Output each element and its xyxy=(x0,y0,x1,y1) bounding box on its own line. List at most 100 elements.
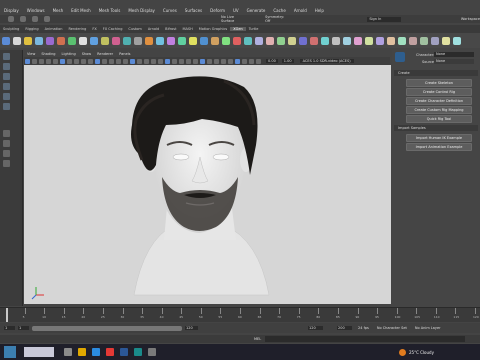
opera-icon[interactable] xyxy=(106,348,114,356)
snap-grid-icon[interactable] xyxy=(19,16,26,22)
shelf-tab-fx[interactable]: FX xyxy=(89,27,99,31)
menu-mesh[interactable]: Mesh xyxy=(49,8,68,13)
menu-display[interactable]: Display xyxy=(0,8,23,13)
shelf-tool-icon[interactable] xyxy=(353,36,362,45)
shelf-tool-icon[interactable] xyxy=(331,36,340,45)
symmetry-label[interactable]: Symmetry: Off xyxy=(265,15,287,23)
taskbar-thumbnail[interactable] xyxy=(24,347,54,357)
menu-windows[interactable]: Windows xyxy=(23,8,49,13)
shelf-tool-icon[interactable] xyxy=(254,36,263,45)
colorspace-dropdown[interactable]: ACES 1.0 SDR-video (ACES) xyxy=(299,59,354,63)
shelf-tool-icon[interactable] xyxy=(221,36,230,45)
shelf-tool-icon[interactable] xyxy=(12,36,21,45)
shelf-tool-icon[interactable] xyxy=(243,36,252,45)
viewport-toolbar-icon[interactable] xyxy=(228,58,233,64)
range-end2-field[interactable]: 200 xyxy=(337,326,352,330)
search-icon[interactable] xyxy=(64,348,72,356)
lasso-tool-icon[interactable] xyxy=(3,63,10,70)
menu-deform[interactable]: Deform xyxy=(206,8,229,13)
import-human-ik-example-button[interactable]: Import Human IK Example xyxy=(406,134,472,142)
create-control-rig-button[interactable]: Create Control Rig xyxy=(406,88,472,96)
viewport-toolbar-icon[interactable] xyxy=(123,58,128,64)
shelf-tab-rigging[interactable]: Rigging xyxy=(22,27,41,31)
viewport-toolbar-icon[interactable] xyxy=(186,58,191,64)
viewport-3d[interactable] xyxy=(24,65,391,304)
layout-four-icon[interactable] xyxy=(3,140,10,147)
range-bar[interactable] xyxy=(32,325,182,331)
import-animation-example-button[interactable]: Import Animation Example xyxy=(406,143,472,151)
shelf-tab-motion-graphics[interactable]: Motion Graphics xyxy=(196,27,230,31)
viewport-toolbar-icon[interactable] xyxy=(95,58,100,64)
exposure-field[interactable]: 0.00 xyxy=(266,59,278,63)
outliner-icon[interactable] xyxy=(3,160,10,167)
viewport-toolbar-icon[interactable] xyxy=(88,58,93,64)
viewport-toolbar-icon[interactable] xyxy=(116,58,121,64)
menu-mesh-tools[interactable]: Mesh Tools xyxy=(95,8,125,13)
rotate-tool-icon[interactable] xyxy=(3,93,10,100)
viewport-toolbar-icon[interactable] xyxy=(109,58,114,64)
shelf-tool-icon[interactable] xyxy=(298,36,307,45)
snap-curve-icon[interactable] xyxy=(31,16,38,22)
create-character-definition-button[interactable]: Create Character Definition xyxy=(406,97,472,105)
viewport-toolbar-icon[interactable] xyxy=(165,58,170,64)
shelf-tool-icon[interactable] xyxy=(67,36,76,45)
app-icon[interactable] xyxy=(148,348,156,356)
live-surface-label[interactable]: No Live Surface xyxy=(221,15,245,23)
move-tool-icon[interactable] xyxy=(3,83,10,90)
shelf-tool-icon[interactable] xyxy=(144,36,153,45)
shelf-tab-custom[interactable]: Custom xyxy=(125,27,144,31)
shelf-tool-icon[interactable] xyxy=(386,36,395,45)
current-frame-marker[interactable] xyxy=(6,308,8,322)
shelf-tool-icon[interactable] xyxy=(430,36,439,45)
viewport-toolbar-icon[interactable] xyxy=(158,58,163,64)
shelf-tool-icon[interactable] xyxy=(166,36,175,45)
weather-icon[interactable] xyxy=(399,348,406,356)
viewport-menu-shading[interactable]: Shading xyxy=(38,52,58,56)
viewport-toolbar-icon[interactable] xyxy=(179,58,184,64)
menu-arnold[interactable]: Arnold xyxy=(290,8,311,13)
menu-cache[interactable]: Cache xyxy=(269,8,289,13)
shelf-tool-icon[interactable] xyxy=(232,36,241,45)
menu-uv[interactable]: UV xyxy=(229,8,243,13)
viewport-toolbar-icon[interactable] xyxy=(67,58,72,64)
command-input[interactable] xyxy=(265,336,466,342)
shelf-tool-icon[interactable] xyxy=(320,36,329,45)
shelf-tool-icon[interactable] xyxy=(364,36,373,45)
viewport-toolbar-icon[interactable] xyxy=(81,58,86,64)
shelf-tool-icon[interactable] xyxy=(45,36,54,45)
viewport-toolbar-icon[interactable] xyxy=(144,58,149,64)
shelf-tool-icon[interactable] xyxy=(287,36,296,45)
anim-layer-dropdown[interactable]: No Anim Layer xyxy=(415,326,441,330)
shelf-tool-icon[interactable] xyxy=(375,36,384,45)
viewport-toolbar-icon[interactable] xyxy=(102,58,107,64)
source-dropdown[interactable]: None xyxy=(434,59,474,64)
viewport-toolbar-icon[interactable] xyxy=(130,58,135,64)
viewport-menu-view[interactable]: View xyxy=(24,52,38,56)
shelf-tool-icon[interactable] xyxy=(408,36,417,45)
shelf-tab-xgen[interactable]: XGen xyxy=(230,27,246,31)
shelf-tool-icon[interactable] xyxy=(452,36,461,45)
weather-text[interactable]: 25°C Cloudy xyxy=(409,350,434,355)
viewport-toolbar-icon[interactable] xyxy=(256,58,261,64)
mel-label[interactable]: MEL xyxy=(254,337,261,341)
fps-dropdown[interactable]: 24 fps xyxy=(358,326,369,330)
viewport-menu-show[interactable]: Show xyxy=(79,52,94,56)
shelf-tool-icon[interactable] xyxy=(342,36,351,45)
shelf-tool-icon[interactable] xyxy=(276,36,285,45)
shelf-tool-icon[interactable] xyxy=(133,36,142,45)
viewport-toolbar-icon[interactable] xyxy=(39,58,44,64)
workspace-label[interactable]: Workspace xyxy=(461,17,480,21)
viewport-toolbar-icon[interactable] xyxy=(249,58,254,64)
maya-icon[interactable] xyxy=(134,348,142,356)
shelf-tool-icon[interactable] xyxy=(78,36,87,45)
shelf-tab-mash[interactable]: MASH xyxy=(179,27,195,31)
shelf-tool-icon[interactable] xyxy=(111,36,120,45)
menu-curves[interactable]: Curves xyxy=(159,8,181,13)
viewport-menu-panels[interactable]: Panels xyxy=(116,52,133,56)
viewport-toolbar-icon[interactable] xyxy=(137,58,142,64)
menu-edit-mesh[interactable]: Edit Mesh xyxy=(67,8,95,13)
shelf-tool-icon[interactable] xyxy=(155,36,164,45)
viewport-toolbar-icon[interactable] xyxy=(193,58,198,64)
viewport-menu-renderer[interactable]: Renderer xyxy=(94,52,116,56)
layout-side-icon[interactable] xyxy=(3,150,10,157)
